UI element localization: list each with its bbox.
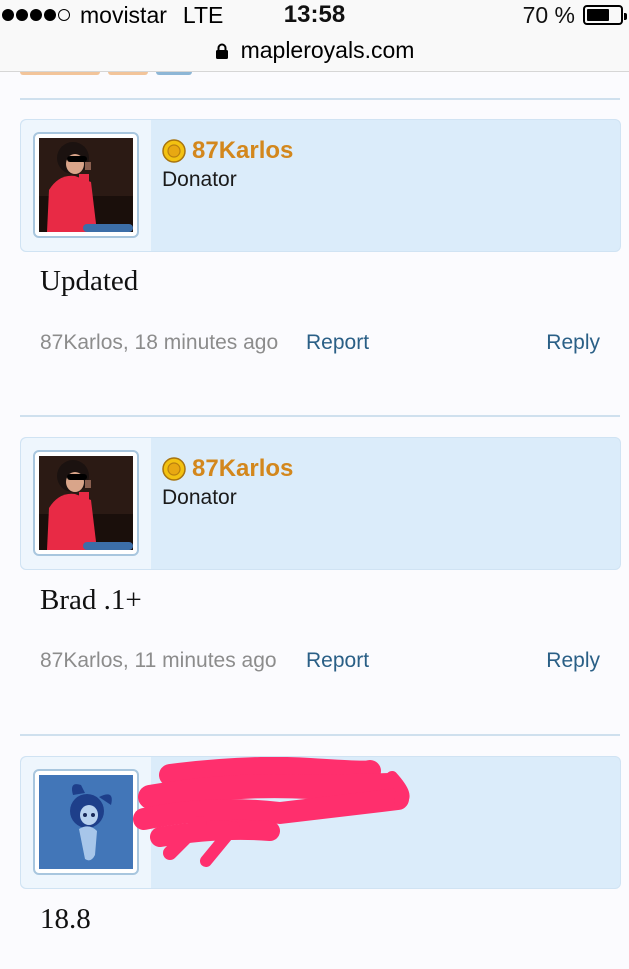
avatar[interactable] (33, 450, 139, 556)
post-divider (20, 98, 620, 100)
user-title: Donator (162, 486, 237, 509)
previous-post-buttons (20, 72, 200, 75)
gold-coin-icon (162, 139, 186, 163)
avatar-image (39, 775, 133, 869)
avatar[interactable] (33, 769, 139, 875)
user-title: Donator (162, 168, 237, 191)
username-link[interactable]: 87Karlos (192, 455, 293, 483)
post-meta[interactable]: 87Karlos, 11 minutes ago (40, 649, 277, 673)
avatar-image (39, 138, 133, 232)
battery-icon (583, 5, 627, 25)
battery-percent: 70 % (522, 1, 575, 28)
post-header: 87Karlos Donator (20, 119, 621, 252)
gold-coin-icon (162, 457, 186, 481)
username-link[interactable]: 87Karlos (192, 137, 293, 165)
url-text: mapleroyals.com (240, 37, 415, 63)
avatar-image (39, 456, 133, 550)
reply-link[interactable]: Reply (546, 331, 600, 355)
report-link[interactable]: Report (306, 331, 369, 355)
post-message: Brad .1+ (40, 584, 142, 616)
reply-link[interactable]: Reply (546, 649, 600, 673)
battery-status: 70 % (522, 0, 627, 30)
report-link[interactable]: Report (306, 649, 369, 673)
post-message: 18.8 (40, 903, 91, 935)
avatar[interactable] (33, 132, 139, 238)
status-bar: movistar LTE 13:58 70 % (0, 0, 629, 30)
redaction-scribble (133, 757, 410, 867)
post-header: 87Karlos Donator (20, 437, 621, 570)
post-meta[interactable]: 87Karlos, 18 minutes ago (40, 331, 278, 355)
address-bar[interactable]: mapleroyals.com (0, 30, 629, 72)
lock-icon (215, 43, 228, 59)
post-message: Updated (40, 265, 139, 297)
post-divider (20, 415, 620, 417)
post-divider (20, 734, 620, 736)
